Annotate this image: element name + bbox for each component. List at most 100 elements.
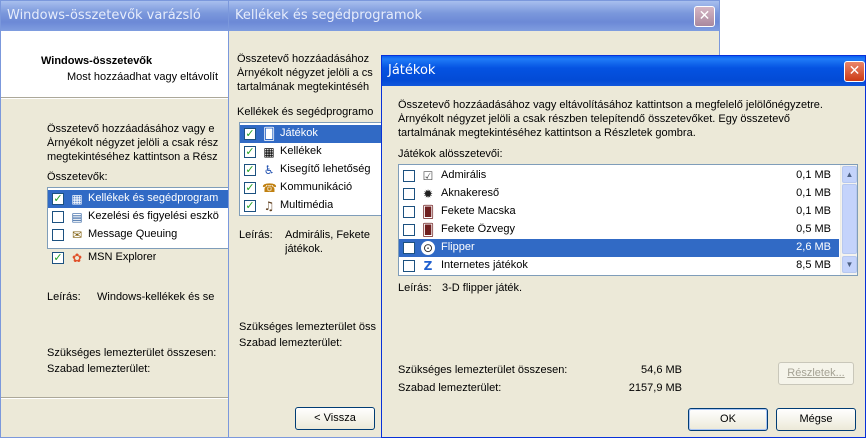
- list-item-label: Játékok: [280, 127, 318, 139]
- accessories-instructions-2: Árnyékolt négyzet jelöli a cs: [237, 67, 373, 79]
- list-item[interactable]: ✉ Message Queuing: [48, 226, 246, 244]
- list-item-label: MSN Explorer: [88, 251, 157, 263]
- close-icon[interactable]: ✕: [844, 61, 865, 82]
- list-item[interactable]: 🂠 Fekete Macska 0,1 MB: [399, 203, 839, 221]
- checkbox[interactable]: ✓: [244, 146, 256, 158]
- scrollbar[interactable]: ▲ ▼: [840, 165, 857, 275]
- checkbox[interactable]: ✓: [52, 193, 64, 205]
- ok-button[interactable]: OK: [688, 408, 768, 431]
- list-item[interactable]: ✓ ☎ Kommunikáció: [240, 179, 389, 197]
- cancel-button[interactable]: Mégse: [776, 408, 856, 431]
- checkbox[interactable]: [403, 260, 415, 272]
- scroll-up-arrow-icon[interactable]: ▲: [842, 166, 857, 183]
- games-space-required-value: 54,6 MB: [641, 364, 682, 376]
- list-item-label: Flipper: [441, 241, 475, 253]
- wizard-header-divider: [1, 97, 239, 99]
- accessibility-icon: ♿: [263, 163, 275, 177]
- list-item[interactable]: ✓ ♿ Kisegítő lehetőség: [240, 161, 389, 179]
- cards-icon: 🂠: [421, 205, 435, 219]
- list-item[interactable]: 🂠 Fekete Özvegy 0,5 MB: [399, 221, 839, 239]
- games-list-label: Játékok alösszetevői:: [398, 148, 503, 160]
- communications-icon: ☎: [262, 181, 277, 195]
- wizard-heading: Windows-összetevők: [41, 55, 153, 67]
- scroll-thumb[interactable]: [842, 184, 857, 254]
- checkbox[interactable]: ✓: [244, 164, 256, 176]
- games-desc-label: Leírás:: [398, 282, 432, 294]
- checkbox[interactable]: ✓: [244, 128, 256, 140]
- admiral-icon: ☑: [422, 169, 434, 183]
- games-titlebar[interactable]: Játékok: [382, 56, 865, 86]
- games-space-free-value: 2157,9 MB: [628, 382, 682, 394]
- components-wizard-window: Windows-összetevők varázsló Windows-össz…: [0, 0, 247, 438]
- list-item[interactable]: ✓ ▦ Kellékek: [240, 143, 389, 161]
- list-item-selected[interactable]: ⊙ Flipper 2,6 MB: [399, 239, 839, 257]
- wizard-components-list[interactable]: ✓ ▦ Kellékek és segédprogram ▤ Kezelési …: [47, 187, 247, 249]
- list-item-label: Internetes játékok: [441, 259, 528, 271]
- list-item-size: 2,6 MB: [796, 241, 831, 253]
- list-item[interactable]: ✓ 🂠 Játékok: [240, 125, 389, 143]
- games-space-free-label: Szabad lemezterület:: [398, 382, 502, 394]
- accessories-space-free-label: Szabad lemezterület:: [239, 337, 343, 349]
- accessories-desc-line-2: játékok.: [285, 243, 323, 255]
- internet-games-icon: Z: [423, 259, 433, 273]
- games-space-required-label: Szükséges lemezterület összesen:: [398, 364, 568, 376]
- management-icon: ▤: [71, 210, 83, 224]
- cards-icon: 🂠: [421, 223, 435, 237]
- list-item[interactable]: ✓ ♫ Multimédia: [240, 197, 389, 215]
- wizard-space-required-label: Szükséges lemezterület összesen:: [47, 347, 217, 359]
- mine-icon: ✹: [422, 187, 434, 201]
- wizard-space-free-label: Szabad lemezterület:: [47, 363, 151, 375]
- details-button[interactable]: Részletek...: [778, 362, 854, 385]
- games-dialog-window: Játékok ✕ Összetevő hozzáadásához vagy e…: [381, 55, 866, 438]
- accessories-instructions-1: Összetevő hozzáadásához: [237, 53, 370, 65]
- wizard-subheading: Most hozzáadhat vagy eltávolít: [67, 71, 219, 83]
- checkbox[interactable]: [403, 224, 415, 236]
- list-item[interactable]: ✹ Aknakereső 0,1 MB: [399, 185, 839, 203]
- accessories-titlebar[interactable]: Kellékek és segédprogramok: [229, 1, 719, 31]
- back-button[interactable]: < Vissza: [295, 407, 375, 430]
- accessories-desc-label: Leírás:: [239, 229, 273, 241]
- list-item-label: Multimédia: [280, 199, 334, 211]
- list-item[interactable]: Z Internetes játékok 8,5 MB: [399, 257, 839, 275]
- checkbox[interactable]: ✓: [52, 252, 64, 264]
- message-queuing-icon: ✉: [71, 228, 83, 242]
- list-item-label: Kisegítő lehetőség: [280, 163, 371, 175]
- wizard-instructions-3: megtekintéséhez kattintson a Rész: [47, 151, 218, 163]
- list-item-size: 0,1 MB: [796, 205, 831, 217]
- checkbox[interactable]: ✓: [244, 200, 256, 212]
- wizard-desc-label: Leírás:: [47, 291, 81, 303]
- games-instructions-1: Összetevő hozzáadásához vagy eltávolítás…: [398, 99, 823, 111]
- list-item-label: Message Queuing: [88, 228, 178, 240]
- pinball-icon: ⊙: [421, 241, 435, 255]
- accessories-icon: ▦: [71, 192, 83, 206]
- accessories-desc-line-1: Admirális, Fekete: [285, 229, 370, 241]
- list-item[interactable]: ✓ ✿ MSN Explorer: [48, 249, 238, 267]
- games-instructions-2: Árnyékolt négyzet jelöli a csak részben …: [398, 113, 790, 125]
- accessories-instructions-3: tartalmának megtekintéséh: [237, 81, 370, 93]
- accessories-space-required-label: Szükséges lemezterület öss: [239, 321, 376, 333]
- list-item-size: 0,1 MB: [796, 187, 831, 199]
- list-item[interactable]: ☑ Admirális 0,1 MB: [399, 167, 839, 185]
- checkbox[interactable]: [403, 206, 415, 218]
- checkbox[interactable]: [52, 229, 64, 241]
- close-icon[interactable]: ✕: [694, 6, 715, 27]
- wizard-desc-text: Windows-kellékek és se: [97, 291, 215, 303]
- checkbox[interactable]: [403, 188, 415, 200]
- checkbox[interactable]: [403, 242, 415, 254]
- accessories-list-label: Kellékek és segédprogramo: [237, 106, 374, 118]
- accessories-components-list[interactable]: ✓ 🂠 Játékok ✓ ▦ Kellékek ✓ ♿ Kisegítő le…: [239, 122, 389, 216]
- wizard-titlebar[interactable]: Windows-összetevők varázsló: [1, 1, 237, 31]
- scroll-down-arrow-icon[interactable]: ▼: [842, 256, 857, 273]
- games-desc-text: 3-D flipper játék.: [442, 282, 523, 294]
- wizard-instructions-1: Összetevő hozzáadásához vagy e: [47, 123, 215, 135]
- games-subcomponents-list[interactable]: ☑ Admirális 0,1 MB ✹ Aknakereső 0,1 MB 🂠…: [398, 164, 858, 276]
- checkbox[interactable]: [403, 170, 415, 182]
- list-item-size: 8,5 MB: [796, 259, 831, 271]
- checkbox[interactable]: ✓: [244, 182, 256, 194]
- checkbox[interactable]: [52, 211, 64, 223]
- list-item[interactable]: ▤ Kezelési és figyelési eszkö: [48, 208, 246, 226]
- wizard-list-label: Összetevők:: [47, 171, 108, 183]
- list-item-label: Fekete Özvegy: [441, 223, 515, 235]
- list-item[interactable]: ✓ ▦ Kellékek és segédprogram: [48, 190, 246, 208]
- list-item-label: Kommunikáció: [280, 181, 353, 193]
